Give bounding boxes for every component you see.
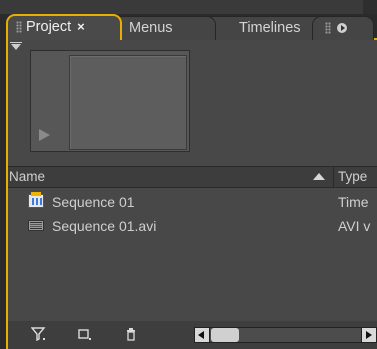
sequence-icon <box>28 192 44 208</box>
tab-project-label: Project <box>26 19 72 35</box>
tab-project[interactable]: Project × <box>6 14 122 40</box>
preview-area <box>30 50 190 152</box>
trash-icon[interactable] <box>120 324 142 346</box>
item-type: AVI v <box>338 218 371 234</box>
column-header-name[interactable]: Name <box>9 167 45 187</box>
video-clip-icon <box>28 220 44 231</box>
panel-bottom-toolbar <box>8 321 377 349</box>
list-item[interactable]: Sequence 01.avi AVI v <box>8 214 377 238</box>
tab-overflow[interactable] <box>312 16 374 40</box>
filter-icon[interactable] <box>28 324 50 346</box>
list-item[interactable]: Sequence 01 Time <box>8 190 377 214</box>
panel-tab-bar: Project × Menus Timelines <box>6 12 377 40</box>
grip-icon[interactable] <box>325 22 331 35</box>
scroll-left-icon[interactable] <box>195 328 210 342</box>
tab-menus[interactable]: Menus <box>110 16 216 40</box>
list-header: Name Type <box>8 166 377 188</box>
tab-timelines-label: Timelines <box>239 20 301 36</box>
tab-menus-label: Menus <box>129 20 173 36</box>
column-header-type[interactable]: Type <box>338 167 367 187</box>
sort-ascending-icon[interactable] <box>313 173 325 180</box>
grip-icon[interactable] <box>16 21 22 34</box>
item-name: Sequence 01 <box>52 194 135 210</box>
horizontal-scrollbar[interactable] <box>194 327 377 343</box>
column-divider[interactable] <box>333 167 334 187</box>
preview-thumbnail <box>69 55 187 150</box>
new-bin-icon[interactable] <box>74 324 96 346</box>
item-name: Sequence 01.avi <box>52 218 157 234</box>
item-type: Time <box>338 194 369 210</box>
project-panel: Name Type Sequence 01 Time Sequence 01.a… <box>6 38 377 349</box>
scroll-thumb[interactable] <box>211 328 239 342</box>
project-item-list: Sequence 01 Time Sequence 01.avi AVI v <box>8 188 377 308</box>
tab-overflow-menu-icon[interactable] <box>337 23 347 34</box>
scroll-right-icon[interactable] <box>361 328 376 342</box>
play-icon[interactable] <box>39 129 50 141</box>
panel-menu-icon[interactable] <box>10 42 22 50</box>
close-icon[interactable]: × <box>77 19 85 34</box>
